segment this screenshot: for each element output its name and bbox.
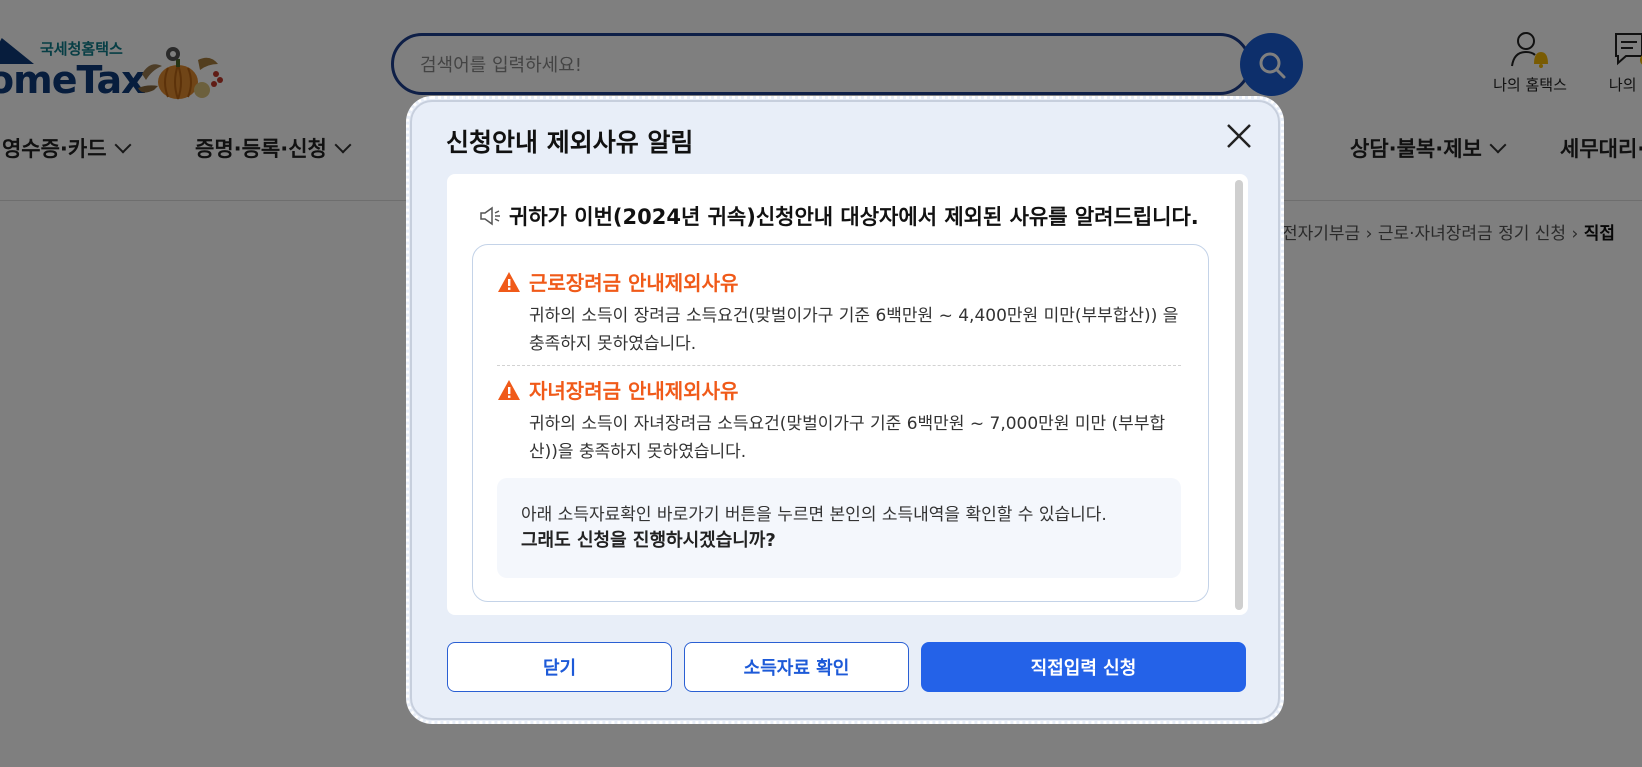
info-text: 아래 소득자료확인 바로가기 버튼을 누르면 본인의 소득내역을 확인할 수 있…: [521, 505, 1107, 525]
exclusion-reason-modal: 신청안내 제외사유 알림 귀하가 이번(2024년 귀속)신청안내 대상자에서 …: [406, 96, 1284, 724]
direct-apply-button[interactable]: 직접입력 신청: [921, 642, 1246, 692]
divider: [497, 365, 1181, 366]
warning-icon: [498, 271, 520, 292]
income-check-button[interactable]: 소득자료 확인: [684, 642, 909, 692]
reason-work-incentive: 근로장려금 안내제외사유 귀하의 소득이 장려금 소득요건(맞벌이가구 기준 6…: [497, 267, 1187, 358]
modal-content: 귀하가 이번(2024년 귀속)신청안내 대상자에서 제외된 사유를 알려드립니…: [447, 174, 1248, 615]
reason-box: 근로장려금 안내제외사유 귀하의 소득이 장려금 소득요건(맞벌이가구 기준 6…: [472, 244, 1209, 602]
info-box: 아래 소득자료확인 바로가기 버튼을 누르면 본인의 소득내역을 확인할 수 있…: [497, 478, 1181, 578]
notice-text: 귀하가 이번(2024년 귀속)신청안내 대상자에서 제외된 사유를 알려드립니…: [509, 205, 1199, 229]
modal-title: 신청안내 제외사유 알림: [446, 128, 694, 157]
reason-title: 근로장려금 안내제외사유: [529, 271, 739, 295]
close-icon[interactable]: [1223, 120, 1255, 152]
reason-child-incentive: 자녀장려금 안내제외사유 귀하의 소득이 자녀장려금 소득요건(맞벌이가구 기준…: [497, 375, 1187, 466]
reason-title: 자녀장려금 안내제외사유: [529, 379, 739, 403]
scrollbar[interactable]: [1235, 180, 1243, 610]
reason-heading: 자녀장려금 안내제외사유: [497, 375, 1187, 404]
warning-icon: [498, 379, 520, 400]
notice-line: 귀하가 이번(2024년 귀속)신청안내 대상자에서 제외된 사유를 알려드립니…: [479, 201, 1199, 231]
confirm-question: 그래도 신청을 진행하시겠습니까?: [521, 530, 776, 551]
reason-heading: 근로장려금 안내제외사유: [497, 267, 1187, 296]
reason-description: 귀하의 소득이 자녀장려금 소득요건(맞벌이가구 기준 6백만원 ~ 7,000…: [529, 414, 1166, 462]
reason-description: 귀하의 소득이 장려금 소득요건(맞벌이가구 기준 6백만원 ~ 4,400만원…: [529, 306, 1179, 354]
close-button[interactable]: 닫기: [447, 642, 672, 692]
speaker-icon: [480, 206, 500, 226]
